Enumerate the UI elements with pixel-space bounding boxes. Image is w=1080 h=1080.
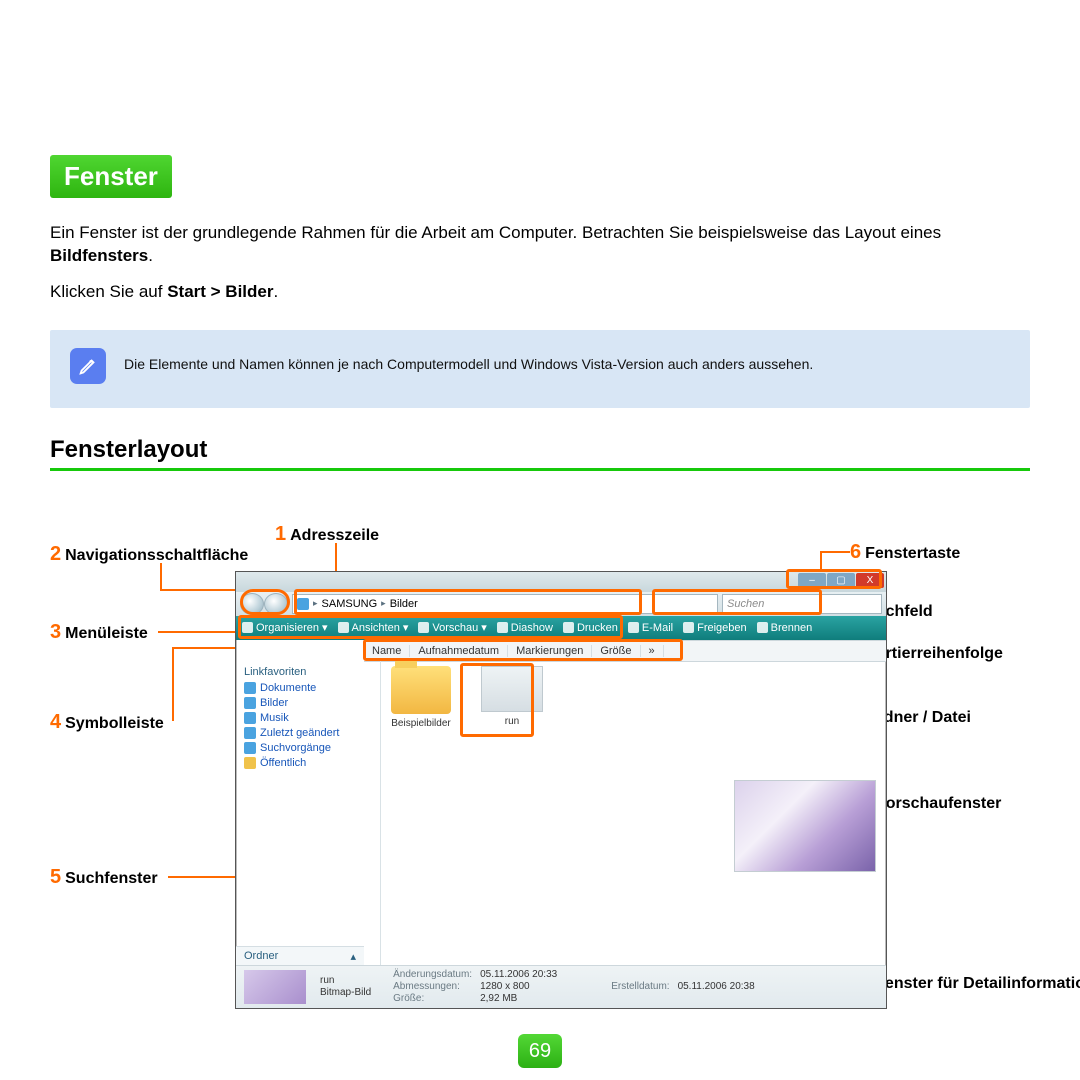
sidebar-item[interactable]: Öffentlich	[244, 757, 372, 769]
detail-dim-label: Abmessungen:	[393, 981, 472, 992]
section-rule	[50, 468, 1030, 471]
callout-5: 5Suchfenster	[50, 866, 158, 889]
pencil-icon	[70, 348, 106, 384]
note-box: Die Elemente und Namen können je nach Co…	[50, 330, 1030, 408]
leader-line	[168, 876, 238, 878]
detail-meta: Erstelldatum: 05.11.2006 20:38	[611, 981, 754, 992]
detail-size-label: Größe:	[393, 993, 472, 1004]
music-icon	[244, 712, 256, 724]
detail-dim: 1280 x 800	[480, 981, 557, 992]
leader-line	[172, 647, 242, 649]
file-area: Beispielbilder run	[381, 660, 886, 966]
page-number: 69	[518, 1034, 562, 1068]
highlight-columns	[363, 639, 683, 661]
toolbar-item[interactable]: Freigeben	[683, 622, 747, 634]
leader-line	[158, 631, 238, 633]
click-instruction: Klicken Sie auf Start > Bilder.	[50, 282, 1030, 302]
recent-icon	[244, 727, 256, 739]
leader-line	[172, 647, 174, 721]
toolbar-item[interactable]: E-Mail	[628, 622, 673, 634]
intro-paragraph: Ein Fenster ist der grundlegende Rahmen …	[50, 222, 1030, 268]
highlight-nav	[240, 589, 290, 615]
detail-date-label: Änderungsdatum:	[393, 969, 472, 980]
leader-line	[160, 563, 162, 589]
toolbar-item[interactable]: Brennen	[757, 622, 813, 634]
intro-text: Ein Fenster ist der grundlegende Rahmen …	[50, 223, 941, 242]
detail-date: 05.11.2006 20:33	[480, 969, 557, 980]
note-text: Die Elemente und Namen können je nach Co…	[124, 348, 813, 372]
sidebar-item[interactable]: Zuletzt geändert	[244, 727, 372, 739]
folder-item[interactable]: Beispielbilder	[391, 666, 451, 729]
detail-meta: run Bitmap-Bild	[320, 975, 379, 998]
callout-2: 2Navigationsschaltfläche	[50, 543, 248, 566]
callout-4: 4Symbolleiste	[50, 711, 164, 734]
sidebar-header: Linkfavoriten	[244, 666, 372, 678]
detail-name: run	[320, 975, 371, 986]
highlight-toolbar	[238, 615, 623, 639]
click-bold: Start > Bilder	[167, 282, 273, 301]
search-icon	[244, 742, 256, 754]
window-layout-diagram: 2Navigationsschaltfläche 1Adresszeile 3M…	[50, 481, 1030, 1021]
detail-created-label: Erstelldatum:	[611, 981, 669, 992]
sidebar-folders-toggle[interactable]: Ordner▴	[236, 946, 364, 966]
detail-thumb	[244, 970, 306, 1004]
preview-pane	[734, 780, 876, 872]
highlight-search	[652, 589, 822, 615]
leader-line	[820, 551, 850, 553]
callout-1: 1Adresszeile	[275, 523, 379, 546]
window-body: Linkfavoriten Dokumente Bilder Musik Zul…	[236, 660, 886, 966]
highlight-file	[460, 663, 534, 737]
detail-size: 2,92 MB	[480, 993, 557, 1004]
callout-3: 3Menüleiste	[50, 621, 148, 644]
click-post: .	[273, 282, 278, 301]
intro-bold: Bildfensters	[50, 246, 148, 265]
sidebar-item[interactable]: Dokumente	[244, 682, 372, 694]
highlight-addressbar	[294, 589, 642, 615]
highlight-windowbuttons	[786, 569, 882, 589]
folder-icon	[391, 666, 451, 714]
email-icon	[628, 622, 639, 633]
sidebar: Linkfavoriten Dokumente Bilder Musik Zul…	[236, 660, 381, 966]
sidebar-item[interactable]: Musik	[244, 712, 372, 724]
burn-icon	[757, 622, 768, 633]
subsection-heading: Fensterlayout	[50, 436, 1030, 464]
detail-meta: Änderungsdatum: 05.11.2006 20:33 Abmessun…	[393, 969, 557, 1004]
intro-text-post: .	[148, 246, 153, 265]
callout-6: 6Fenstertaste	[850, 541, 960, 564]
detail-type: Bitmap-Bild	[320, 987, 371, 998]
sidebar-item[interactable]: Bilder	[244, 697, 372, 709]
sidebar-item[interactable]: Suchvorgänge	[244, 742, 372, 754]
section-title-badge: Fenster	[50, 155, 172, 198]
public-icon	[244, 757, 256, 769]
pictures-icon	[244, 697, 256, 709]
click-pre: Klicken Sie auf	[50, 282, 167, 301]
document-icon	[244, 682, 256, 694]
chevron-up-icon: ▴	[350, 950, 356, 963]
detail-created: 05.11.2006 20:38	[678, 981, 755, 992]
item-label: Beispielbilder	[391, 718, 451, 729]
details-pane: run Bitmap-Bild Änderungsdatum: 05.11.200…	[236, 965, 886, 1008]
share-icon	[683, 622, 694, 633]
